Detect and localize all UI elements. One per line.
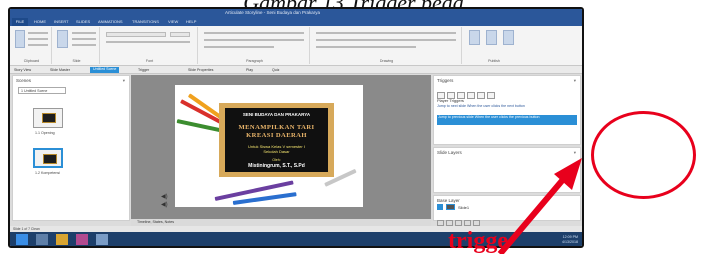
slide-title: MENAMPILKAN TARI KREASI DAERAH xyxy=(238,124,315,139)
ribbon-group-publish: Publish xyxy=(464,27,524,64)
timeline-bar[interactable]: Timeline, States, Notes xyxy=(131,219,431,226)
folder-icon[interactable] xyxy=(56,234,68,245)
ribbon-group-clipboard: Clipboard xyxy=(12,27,52,64)
scenes-panel: Scenes ▾ 1 Untitled Scene 1.1 Opening 1.… xyxy=(12,75,130,221)
new-slide-button[interactable] xyxy=(57,30,68,48)
annotation-circle xyxy=(591,111,696,199)
triggers-panel: Triggers ▾ Player Triggers Jump to next … xyxy=(433,75,581,145)
ribbon-group-slide: Slide xyxy=(54,27,100,64)
ribbon-group-label: Clipboard xyxy=(23,59,40,63)
tab-insert[interactable]: INSERT xyxy=(54,19,69,24)
ribbon-group-font: Font xyxy=(102,27,198,64)
quick-access-toolbar[interactable] xyxy=(14,10,44,23)
taskbar-clock[interactable]: 12:09 PM 4/13/2018 xyxy=(562,235,578,244)
slide-master-tab[interactable]: Slide Master xyxy=(50,68,70,72)
scenes-panel-title: Scenes xyxy=(16,78,32,83)
play-tab[interactable]: Play xyxy=(246,68,253,72)
tab-animations[interactable]: ANIMATIONS xyxy=(98,19,123,24)
menu-tabs: FILE HOME INSERT SLIDES ANIMATIONS TRANS… xyxy=(10,18,582,26)
triggers-panel-title: Triggers xyxy=(437,78,454,83)
quiz-tab[interactable]: Quiz xyxy=(272,68,279,72)
tab-view[interactable]: VIEW xyxy=(168,19,178,24)
panel-menu-icon[interactable]: ▾ xyxy=(123,78,125,84)
untitled-scene-tab[interactable]: Untitled Scene xyxy=(90,67,120,73)
chalkboard: SENI BUDAYA DAN PRAKARYA MENAMPILKAN TAR… xyxy=(219,103,334,177)
tab-home[interactable]: HOME xyxy=(34,19,46,24)
save-button[interactable] xyxy=(503,30,514,45)
paste-button[interactable] xyxy=(15,30,25,48)
slide-properties-tab[interactable]: Slide Properties xyxy=(188,68,213,72)
ribbon: Clipboard Slide Font Paragraph Drawing P… xyxy=(10,26,582,66)
player-triggers-heading: Player Triggers xyxy=(437,98,464,103)
tab-file[interactable]: FILE xyxy=(12,18,28,26)
app-icon[interactable] xyxy=(36,234,48,245)
slide-canvas[interactable]: SENI BUDAYA DAN PRAKARYA MENAMPILKAN TAR… xyxy=(175,85,363,207)
storyline-window: Articulate Storyline - Seni Budaya dan P… xyxy=(8,7,584,248)
ribbon-group-drawing: Drawing xyxy=(312,27,462,64)
slide-thumbnail-selected[interactable] xyxy=(33,148,63,168)
base-layer-item[interactable]: Slide1 xyxy=(437,204,577,211)
preview-button[interactable] xyxy=(469,30,480,45)
slide-stage: SENI BUDAYA DAN PRAKARYA MENAMPILKAN TAR… xyxy=(131,75,431,219)
ribbon-group-label: Slide xyxy=(72,59,81,63)
ribbon-group-label: Paragraph xyxy=(246,59,263,63)
tab-slides[interactable]: SLIDES xyxy=(76,19,90,24)
status-text: Slide 1 of 7 Clean xyxy=(13,226,40,231)
slide-thumbnail-label: 1.2 Kompetensi xyxy=(35,171,60,175)
author-name: Mistiningrum, S.T., S.Pd xyxy=(248,163,305,169)
slide-audience: Untuk Siswa Kelas V semester I Sekolah D… xyxy=(248,144,305,154)
storyline-icon[interactable] xyxy=(96,234,108,245)
ribbon-group-label: Drawing xyxy=(379,59,394,63)
timeline-label: Timeline, States, Notes xyxy=(137,220,175,225)
slide-layers-title: Slide Layers xyxy=(437,150,462,155)
trigger-item[interactable]: Jump to next slide When the user clicks … xyxy=(437,104,577,109)
layer-name: Slide1 xyxy=(458,204,470,210)
slide-layers-panel: Slide Layers ▾ xyxy=(433,147,581,193)
start-icon[interactable] xyxy=(16,234,28,245)
slide-thumbnail[interactable] xyxy=(33,108,63,128)
ribbon-group-label: Font xyxy=(145,59,154,63)
story-view-tab[interactable]: Story View xyxy=(14,68,31,72)
base-layer-title: Base Layer xyxy=(437,198,460,203)
slide-subject: SENI BUDAYA DAN PRAKARYA xyxy=(242,112,311,117)
scene-select[interactable]: 1 Untitled Scene xyxy=(18,87,66,94)
title-bar: Articulate Storyline - Seni Budaya dan P… xyxy=(10,9,582,23)
tab-help[interactable]: HELP xyxy=(186,19,196,24)
speaker-icon[interactable]: ◀) xyxy=(161,193,168,200)
trigger-item-selected[interactable]: Jump to previous slide When the user cli… xyxy=(437,115,577,125)
checkbox-icon[interactable] xyxy=(437,204,443,210)
window-title: Articulate Storyline - Seni Budaya dan P… xyxy=(225,10,321,15)
app-icon[interactable] xyxy=(76,234,88,245)
ribbon-group-paragraph: Paragraph xyxy=(200,27,310,64)
panel-menu-icon[interactable]: ▾ xyxy=(574,150,576,156)
layer-thumbnail xyxy=(446,204,455,210)
base-layer-panel: Base Layer Slide1 xyxy=(433,195,581,226)
slide-thumbnail-label: 1.1 Opening xyxy=(35,131,55,135)
tab-transitions[interactable]: TRANSITIONS xyxy=(132,19,159,24)
panel-menu-icon[interactable]: ▾ xyxy=(574,78,576,84)
trigger-tab[interactable]: Trigger xyxy=(138,68,149,72)
publish-button[interactable] xyxy=(486,30,497,45)
annotation-label: trigge xyxy=(448,228,508,254)
author-label: Oleh: xyxy=(272,158,281,162)
ribbon-group-label: Publish xyxy=(488,59,500,63)
speaker-icon[interactable]: ◀) xyxy=(161,201,168,208)
command-bar: Story View Slide Master Untitled Scene T… xyxy=(10,66,582,74)
